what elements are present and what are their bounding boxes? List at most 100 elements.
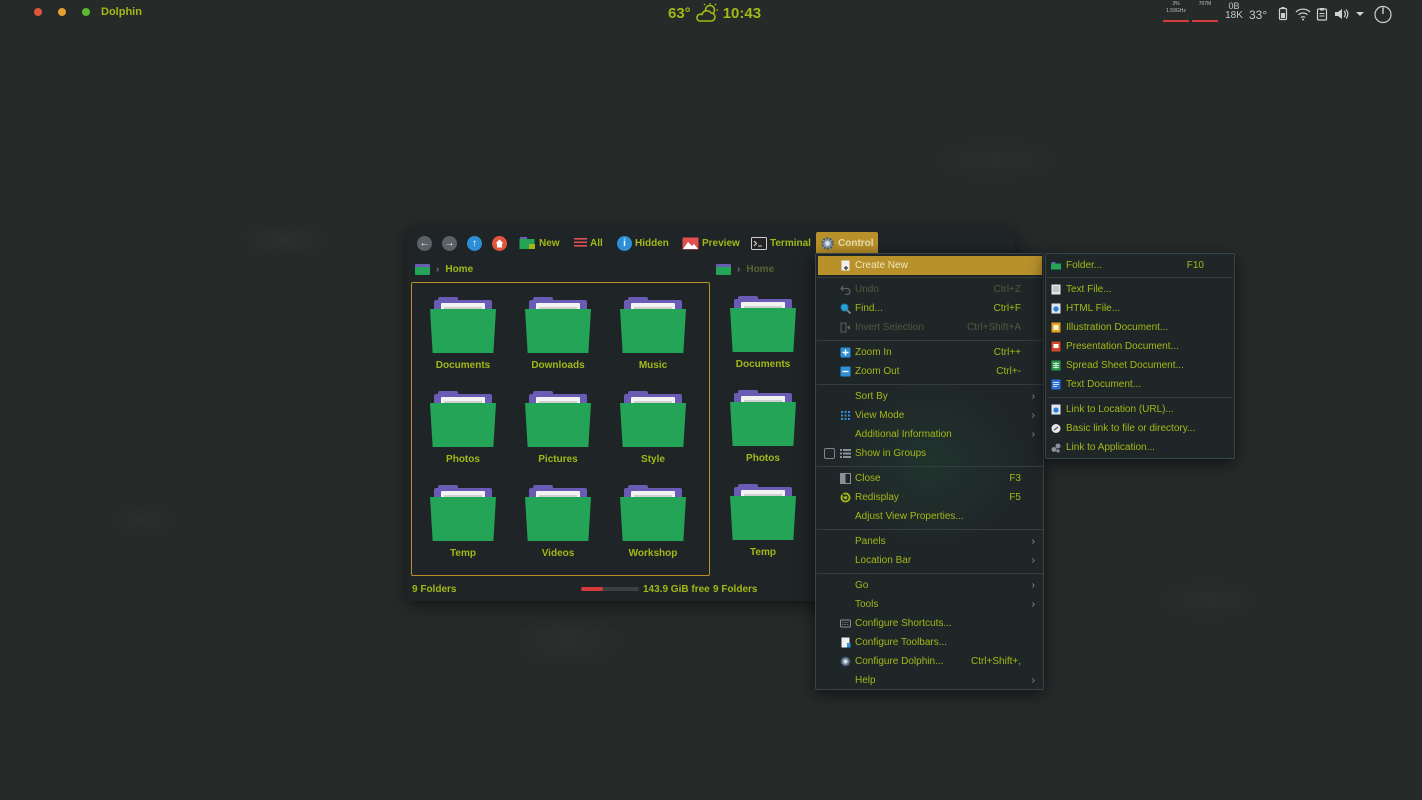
menu-close[interactable]: Close F3	[818, 469, 1042, 488]
maximize-window-dot[interactable]	[82, 8, 90, 16]
menu-zoom-out[interactable]: Zoom Out Ctrl+-	[818, 362, 1042, 381]
folder-music[interactable]: Music	[608, 285, 698, 375]
menu-zoom-in[interactable]: Zoom In Ctrl++	[818, 343, 1042, 362]
minimize-window-dot[interactable]	[58, 8, 66, 16]
right-folder-documents[interactable]: Documents	[718, 284, 808, 374]
show-hidden-button[interactable]: i Hidden	[617, 234, 669, 252]
wifi-icon[interactable]	[1295, 7, 1311, 21]
partly-cloudy-icon	[695, 3, 718, 22]
menu-configure-shortcuts[interactable]: Configure Shortcuts...	[818, 614, 1042, 633]
left-file-view[interactable]: Documents Downloads Music Photos Pictures Sty…	[411, 282, 710, 576]
terminal-icon	[751, 236, 767, 250]
submenu-text-document[interactable]: Text Document...	[1048, 375, 1232, 394]
left-breadcrumb-home[interactable]: Home	[445, 264, 473, 275]
breadcrumb-chevron-icon: ›	[436, 263, 440, 275]
menu-invert-selection[interactable]: Invert Selection Ctrl+Shift+A	[818, 318, 1042, 337]
show-all-button[interactable]: All	[574, 234, 603, 252]
search-icon	[840, 303, 851, 314]
back-button[interactable]: ←	[417, 234, 432, 252]
menu-tools[interactable]: Tools ›	[818, 595, 1042, 614]
submenu-folder[interactable]: Folder... F10	[1048, 256, 1232, 275]
right-location-bar[interactable]: › Home	[716, 260, 774, 278]
network-monitor[interactable]: 0B 18K	[1224, 1, 1244, 21]
submenu-basic-link[interactable]: Basic link to file or directory...	[1048, 419, 1232, 438]
preview-button[interactable]: Preview	[682, 234, 740, 252]
terminal-button[interactable]: Terminal	[751, 234, 811, 252]
memory-monitor[interactable]: 707M	[1192, 1, 1218, 22]
home-folder-icon	[716, 263, 731, 275]
battery-icon[interactable]	[1277, 7, 1289, 21]
menu-panels[interactable]: Panels ›	[818, 532, 1042, 551]
chevron-right-icon: ›	[1031, 429, 1035, 440]
volume-icon[interactable]	[1333, 7, 1349, 21]
tray-expand-arrow-icon[interactable]	[1353, 7, 1367, 21]
clock-weather-widget[interactable]: 63° 10:43	[668, 3, 761, 23]
folder-videos[interactable]: Videos	[513, 473, 603, 563]
show-groups-checkbox[interactable]	[824, 448, 835, 459]
folder-label: Documents	[735, 359, 791, 370]
close-window-dot[interactable]	[34, 8, 42, 16]
power-icon[interactable]	[1373, 4, 1393, 24]
menu-adjust-view-properties[interactable]: Adjust View Properties...	[818, 507, 1042, 526]
cpu-monitor[interactable]: 3% 1.59GHz	[1163, 1, 1189, 22]
folder-temp[interactable]: Temp	[418, 473, 508, 563]
submenu-presentation-document[interactable]: Presentation Document...	[1048, 337, 1232, 356]
folder-icon	[525, 485, 591, 541]
menu-additional-information[interactable]: Additional Information ›	[818, 425, 1042, 444]
folder-downloads[interactable]: Downloads	[513, 285, 603, 375]
menu-help[interactable]: Help ›	[818, 671, 1042, 690]
menu-configure-dolphin[interactable]: Configure Dolphin... Ctrl+Shift+,	[818, 652, 1042, 671]
submenu-spreadsheet-document[interactable]: Spread Sheet Document...	[1048, 356, 1232, 375]
submenu-text-file[interactable]: Text File...	[1048, 280, 1232, 299]
terminal-label: Terminal	[770, 237, 811, 249]
folder-pictures[interactable]: Pictures	[513, 379, 603, 469]
home-icon	[492, 235, 507, 251]
submenu-link-to-location[interactable]: Link to Location (URL)...	[1048, 400, 1232, 419]
menu-location-bar[interactable]: Location Bar ›	[818, 551, 1042, 570]
menu-configure-toolbars[interactable]: Configure Toolbars...	[818, 633, 1042, 652]
control-menu-button[interactable]: Control	[816, 232, 878, 254]
home-button[interactable]	[492, 234, 507, 252]
menu-redisplay[interactable]: Redisplay F5	[818, 488, 1042, 507]
folder-workshop[interactable]: Workshop	[608, 473, 698, 563]
right-folder-photos[interactable]: Photos	[718, 378, 808, 468]
menu-sort-by[interactable]: Sort By ›	[818, 387, 1042, 406]
keyboard-icon	[840, 619, 851, 628]
settings-gear-icon	[840, 656, 851, 667]
refresh-icon	[840, 492, 851, 503]
submenu-html-file[interactable]: HTML File...	[1048, 299, 1232, 318]
spreadsheet-document-icon	[1051, 360, 1061, 371]
folder-documents[interactable]: Documents	[418, 285, 508, 375]
menu-find[interactable]: Find... Ctrl+F	[818, 299, 1042, 318]
document-new-icon	[841, 260, 850, 271]
forward-button[interactable]: →	[442, 234, 457, 252]
text-file-icon	[1051, 284, 1061, 295]
folder-style[interactable]: Style	[608, 379, 698, 469]
right-folder-temp[interactable]: Temp	[718, 472, 808, 562]
left-status-bar: 9 Folders	[412, 582, 456, 596]
clipboard-icon[interactable]	[1315, 7, 1329, 21]
left-location-bar[interactable]: › Home	[415, 260, 473, 278]
folder-label: Photos	[746, 453, 780, 464]
folder-icon	[620, 485, 686, 541]
menu-view-mode[interactable]: View Mode ›	[818, 406, 1042, 425]
chevron-right-icon: ›	[1031, 599, 1035, 610]
folder-photos[interactable]: Photos	[418, 379, 508, 469]
folder-icon	[730, 484, 796, 540]
arrow-up-icon: ↑	[467, 235, 482, 251]
cpu-graph	[1163, 20, 1189, 22]
new-folder-button[interactable]: New	[519, 234, 560, 252]
new-folder-label: New	[539, 237, 560, 249]
gear-icon	[821, 236, 834, 250]
menu-go[interactable]: Go ›	[818, 576, 1042, 595]
menu-create-new[interactable]: Create New ›	[818, 256, 1042, 275]
right-breadcrumb-home[interactable]: Home	[746, 264, 774, 275]
submenu-illustration-document[interactable]: Illustration Document...	[1048, 318, 1232, 337]
right-file-view[interactable]: Documents Photos Temp	[712, 282, 817, 576]
up-button[interactable]: ↑	[467, 234, 482, 252]
submenu-link-to-application[interactable]: Link to Application...	[1048, 438, 1232, 457]
menu-show-in-groups[interactable]: Show in Groups	[818, 444, 1042, 463]
free-space-indicator[interactable]: 143.9 GiB free	[581, 582, 710, 596]
icon-grid-view-icon	[841, 411, 850, 420]
menu-undo[interactable]: Undo Ctrl+Z	[818, 280, 1042, 299]
